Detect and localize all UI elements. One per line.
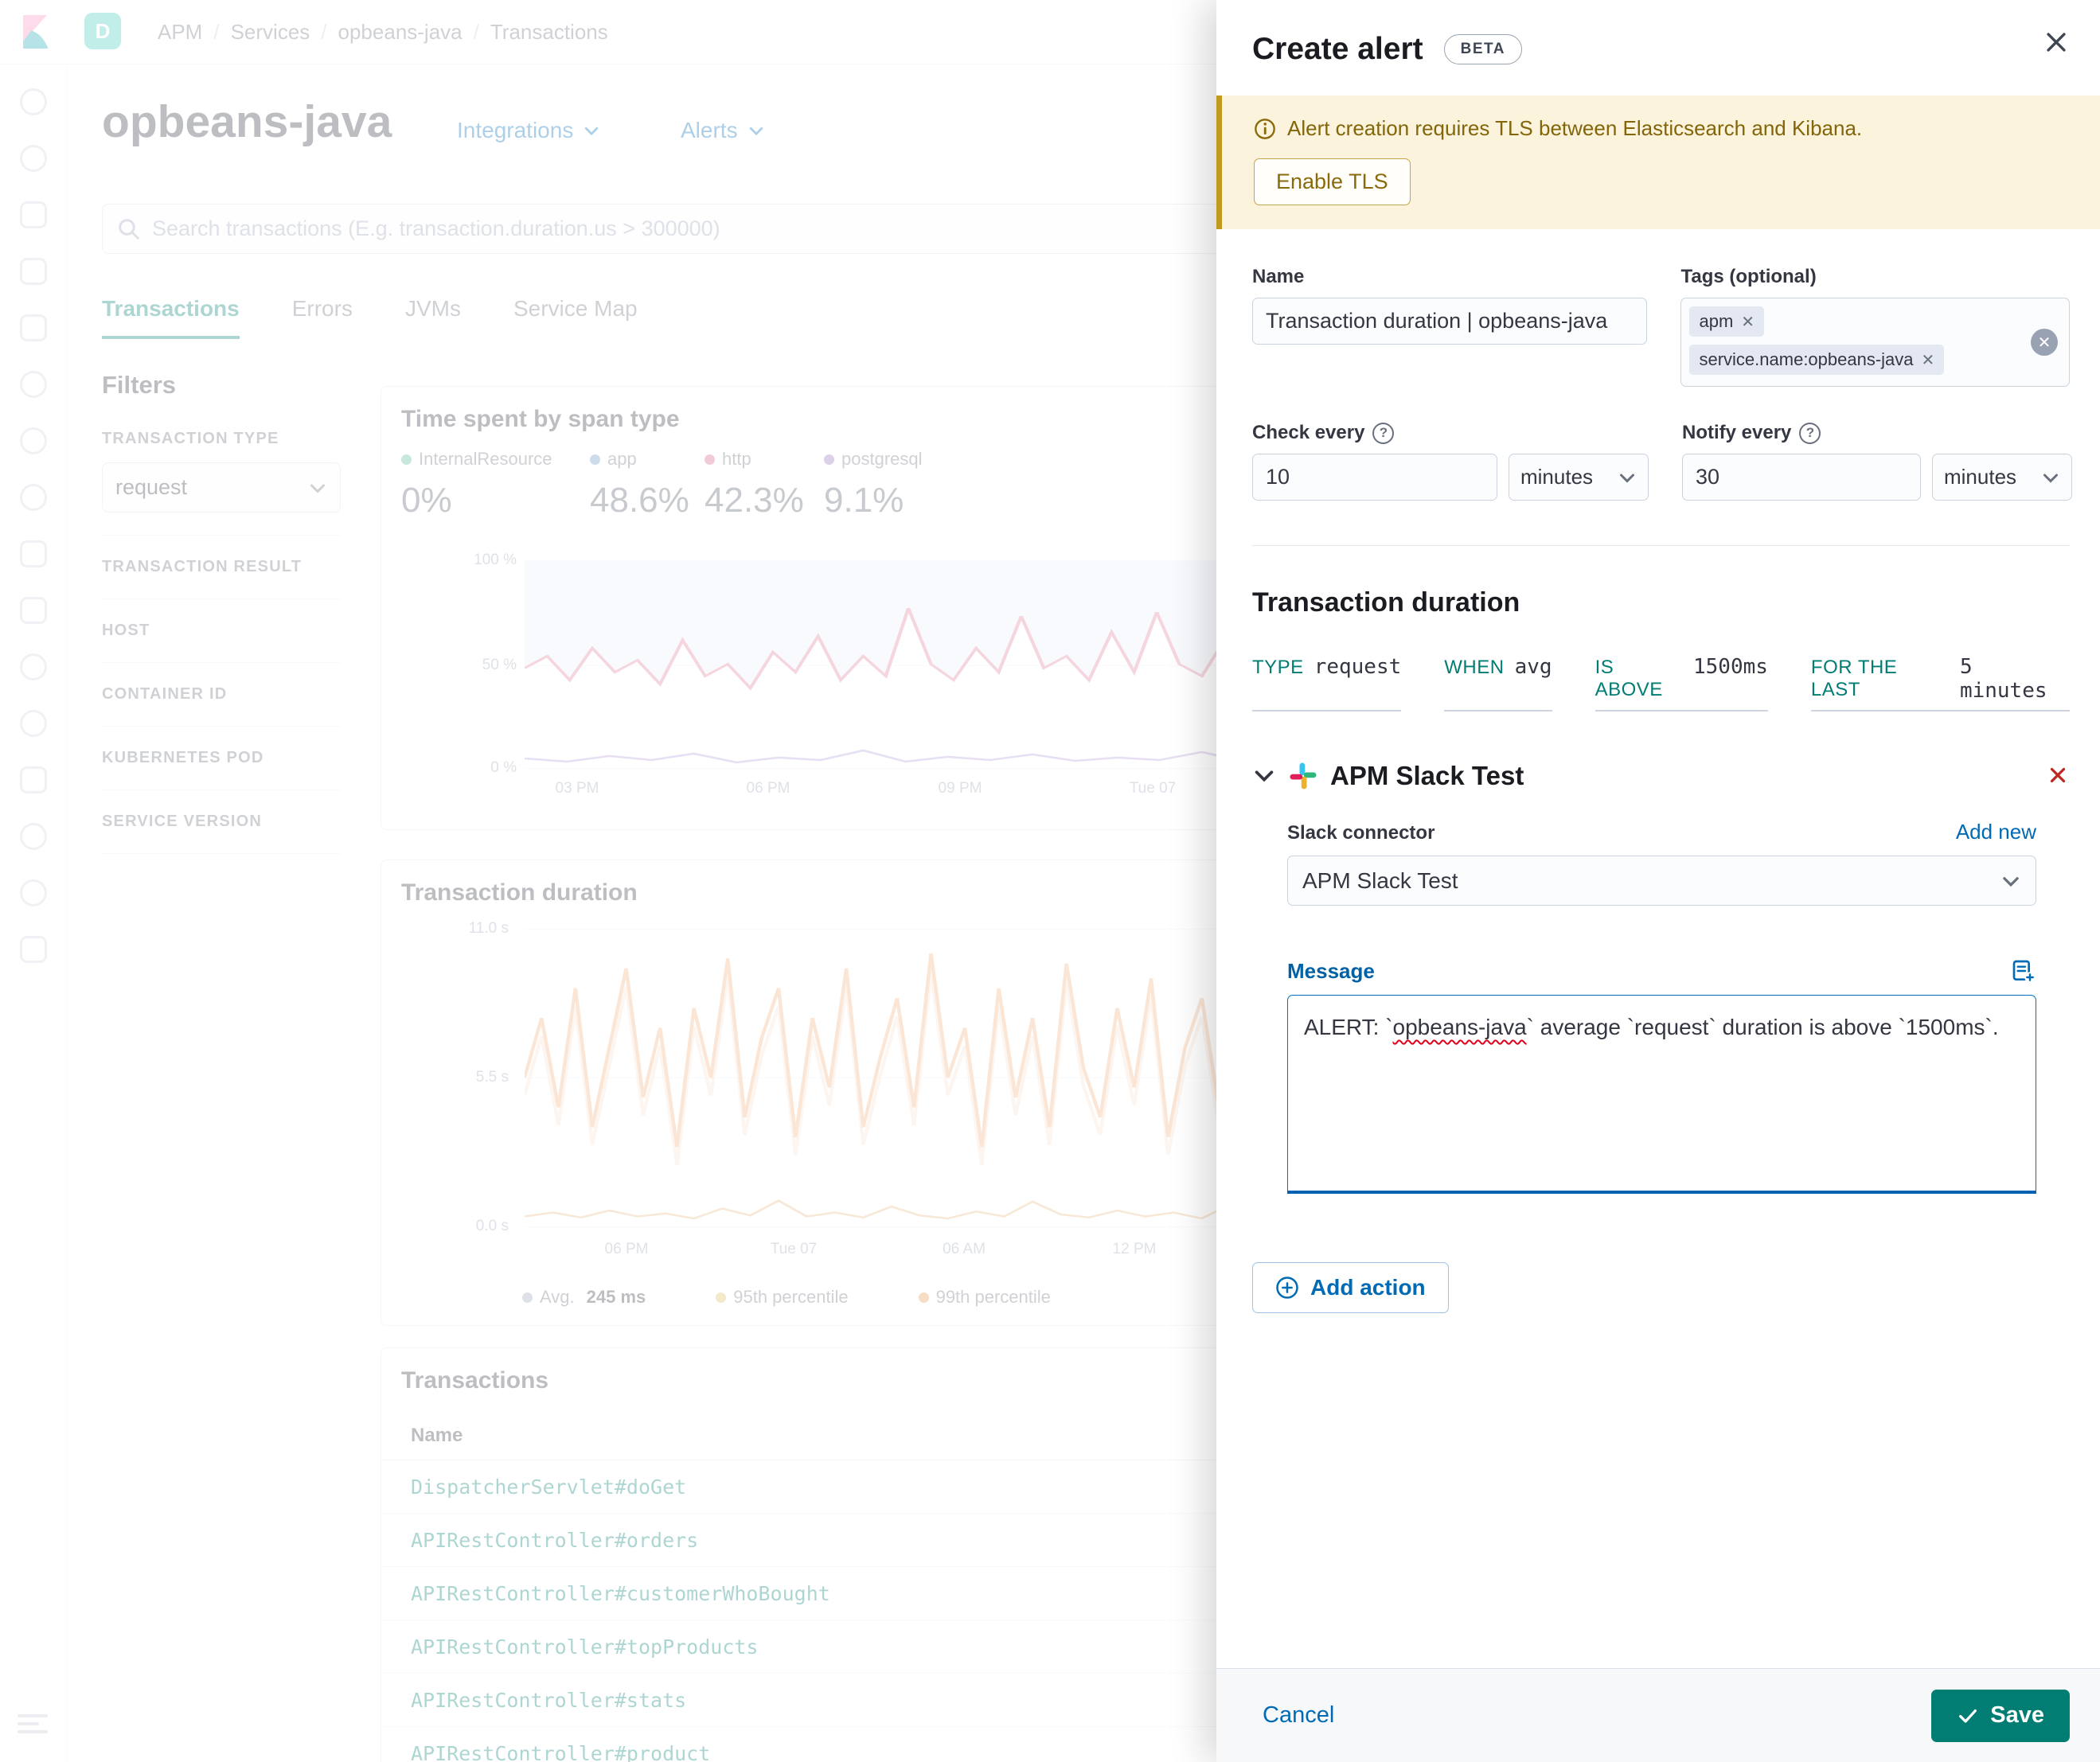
help-icon[interactable]: ?	[1799, 422, 1821, 444]
expression-for-the-last[interactable]: FOR THE LAST 5 minutes	[1810, 655, 2070, 711]
slack-connector-label: Slack connector	[1287, 822, 1435, 844]
remove-tag-icon[interactable]: ✕	[1741, 312, 1755, 332]
chevron-down-icon	[2003, 876, 2019, 887]
condition-heading: Transaction duration	[1252, 587, 1520, 618]
notify-every-label: Notify every ?	[1682, 422, 2072, 444]
alert-condition-expressions: TYPE request WHEN avg IS ABOVE 1500ms FO…	[1252, 655, 2070, 711]
remove-action-icon[interactable]	[2046, 763, 2070, 789]
screen: D APM Services opbeans-java Transactions	[0, 0, 2100, 1762]
action-accordion-header: APM Slack Test	[1252, 761, 2070, 791]
slack-connector-select[interactable]: APM Slack Test	[1287, 856, 2036, 906]
help-icon[interactable]: ?	[1372, 422, 1395, 444]
beta-badge: BETA	[1443, 34, 1522, 64]
tag-pill-service-name: service.name:opbeans-java ✕	[1689, 345, 1945, 375]
enable-tls-button[interactable]: Enable TLS	[1254, 158, 1411, 205]
expression-when[interactable]: WHEN avg	[1444, 655, 1552, 711]
expression-is-above[interactable]: IS ABOVE 1500ms	[1595, 655, 1768, 711]
check-every-label: Check every ?	[1252, 422, 1649, 444]
tag-pill-apm: apm ✕	[1689, 306, 1765, 337]
add-alert-variable-icon[interactable]	[2011, 958, 2036, 984]
info-icon	[1255, 118, 1275, 139]
chevron-down-icon	[1620, 474, 1634, 483]
tls-warning-callout: Alert creation requires TLS between Elas…	[1216, 96, 2100, 229]
message-textarea[interactable]: ALERT: `opbeans-java` average `request` …	[1287, 995, 2036, 1194]
add-action-button[interactable]: Add action	[1252, 1262, 1449, 1313]
expression-type[interactable]: TYPE request	[1252, 655, 1402, 711]
message-label: Message	[1287, 958, 1375, 983]
cancel-button[interactable]: Cancel	[1263, 1702, 1334, 1729]
chevron-down-icon	[2043, 474, 2058, 483]
check-every-input[interactable]	[1252, 454, 1497, 501]
tags-combobox[interactable]: apm ✕ service.name:opbeans-java ✕ ✕	[1680, 298, 2070, 387]
callout-text: Alert creation requires TLS between Elas…	[1287, 116, 1863, 140]
slack-icon	[1290, 762, 1317, 789]
create-alert-flyout: Create alert BETA Alert creation require…	[1216, 0, 2100, 1762]
alert-name-input[interactable]	[1252, 298, 1648, 345]
notify-every-unit-select[interactable]: minutes	[1932, 454, 2072, 501]
action-title: APM Slack Test	[1330, 761, 1524, 790]
flyout-title: Create alert	[1252, 32, 1423, 66]
action-body: Slack connector Add new APM Slack Test M…	[1287, 820, 2036, 1194]
accordion-chevron-icon[interactable]	[1252, 764, 1276, 788]
tags-label: Tags (optional)	[1680, 266, 1817, 287]
notify-every-input[interactable]	[1682, 454, 1921, 501]
plus-circle-icon	[1276, 1277, 1298, 1299]
remove-tag-icon[interactable]: ✕	[1922, 350, 1935, 370]
add-new-connector-link[interactable]: Add new	[1956, 820, 2036, 844]
flyout-footer: Cancel Save	[1216, 1668, 2100, 1762]
name-label: Name	[1252, 266, 1305, 287]
save-button[interactable]: Save	[1931, 1689, 2070, 1742]
check-every-unit-select[interactable]: minutes	[1509, 454, 1649, 501]
clear-tags-icon[interactable]: ✕	[2031, 329, 2058, 356]
close-icon[interactable]	[2043, 29, 2070, 56]
check-icon	[1959, 1709, 1977, 1723]
